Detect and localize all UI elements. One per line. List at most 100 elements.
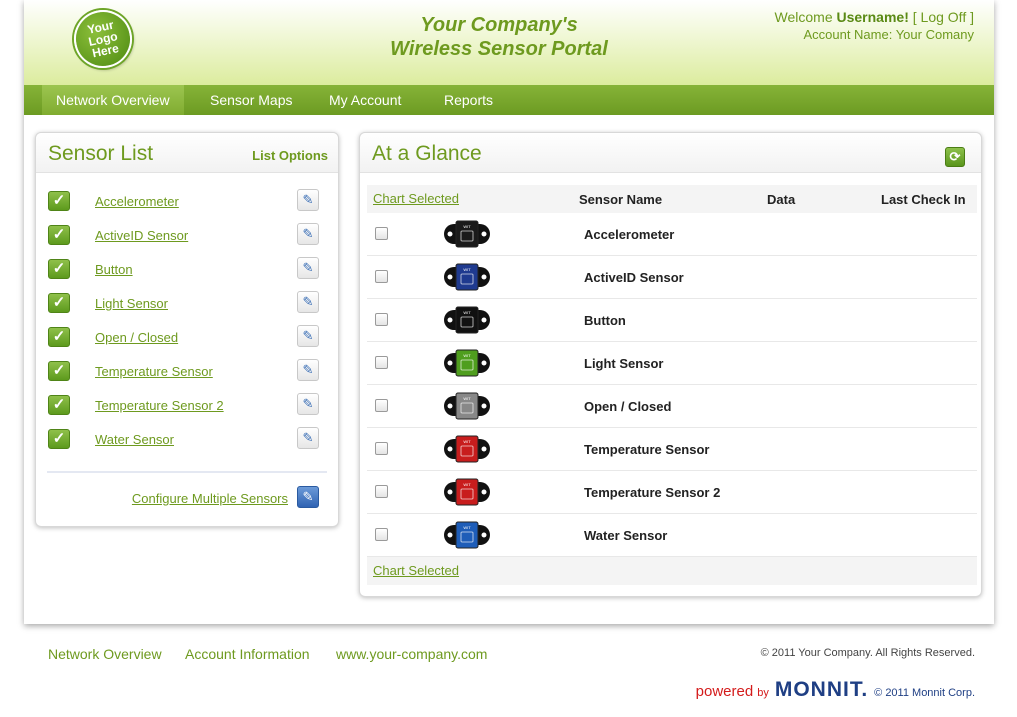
footer-network-overview-link[interactable]: Network Overview bbox=[48, 646, 162, 662]
checkmark-icon[interactable]: ✓ bbox=[48, 225, 70, 245]
glance-row: WIT Accelerometer bbox=[367, 213, 977, 256]
sensor-list-item: ✓ Water Sensor ✎ bbox=[36, 427, 338, 463]
sensor-link[interactable]: Light Sensor bbox=[95, 296, 168, 311]
sensor-link[interactable]: Temperature Sensor bbox=[95, 364, 213, 379]
row-checkbox[interactable] bbox=[375, 313, 388, 326]
refresh-icon[interactable]: ⟳ bbox=[945, 147, 965, 167]
sensor-name: Water Sensor bbox=[584, 528, 668, 543]
accelerometer-icon: WIT bbox=[444, 220, 490, 248]
checkmark-icon[interactable]: ✓ bbox=[48, 293, 70, 313]
edit-pencil-icon[interactable]: ✎ bbox=[297, 359, 319, 381]
company-logo[interactable]: Your Logo Here bbox=[68, 4, 138, 74]
edit-pencil-icon[interactable]: ✎ bbox=[297, 291, 319, 313]
checkmark-icon[interactable]: ✓ bbox=[48, 361, 70, 381]
svg-text:WIT: WIT bbox=[463, 439, 471, 444]
edit-pencil-icon[interactable]: ✎ bbox=[297, 189, 319, 211]
checkmark-icon[interactable]: ✓ bbox=[48, 191, 70, 211]
at-a-glance-title: At a Glance bbox=[372, 142, 482, 165]
svg-text:WIT: WIT bbox=[463, 396, 471, 401]
chart-selected-link-bottom[interactable]: Chart Selected bbox=[373, 563, 459, 578]
by-text: by bbox=[757, 687, 769, 699]
edit-pencil-icon[interactable]: ✎ bbox=[297, 257, 319, 279]
glance-row: WIT Temperature Sensor bbox=[367, 428, 977, 471]
configure-multiple-sensors-link[interactable]: Configure Multiple Sensors bbox=[132, 491, 288, 506]
glance-row: WIT Temperature Sensor 2 bbox=[367, 471, 977, 514]
portal-title-line2: Wireless Sensor Portal bbox=[390, 38, 608, 60]
at-a-glance-panel: At a Glance ⟳ Chart Selected Sensor Name… bbox=[359, 132, 982, 597]
portal-title: Your Company's Wireless Sensor Portal bbox=[354, 13, 644, 61]
temperature-icon: WIT bbox=[444, 435, 490, 463]
powered-text: powered bbox=[695, 683, 754, 700]
monnit-logo: MONNIT. bbox=[774, 678, 869, 701]
main-nav: Network Overview Sensor Maps My Account … bbox=[24, 85, 994, 115]
list-options-link[interactable]: List Options bbox=[252, 148, 328, 163]
logoff-link[interactable]: [ Log Off ] bbox=[913, 9, 974, 25]
chart-selected-link-top[interactable]: Chart Selected bbox=[373, 191, 459, 206]
header: Your Logo Here Your Company's Wireless S… bbox=[24, 0, 994, 85]
checkmark-icon[interactable]: ✓ bbox=[48, 429, 70, 449]
at-a-glance-header: At a Glance ⟳ bbox=[360, 133, 981, 173]
sensor-name: Temperature Sensor 2 bbox=[584, 485, 721, 500]
sensor-name: Button bbox=[584, 313, 626, 328]
glance-header-row: Chart Selected Sensor Name Data Last Che… bbox=[367, 185, 977, 213]
sensor-list-header: Sensor List List Options bbox=[36, 133, 338, 173]
powered-by-monnit[interactable]: powered by MONNIT. © 2011 Monnit Corp. bbox=[695, 678, 975, 701]
edit-pencil-icon[interactable]: ✎ bbox=[297, 393, 319, 415]
row-checkbox[interactable] bbox=[375, 270, 388, 283]
checkmark-icon[interactable]: ✓ bbox=[48, 327, 70, 347]
footer-copyright: © 2011 Your Company. All Rights Reserved… bbox=[760, 647, 975, 659]
tab-network-overview[interactable]: Network Overview bbox=[42, 85, 184, 115]
row-checkbox[interactable] bbox=[375, 528, 388, 541]
configure-multiple-button[interactable]: ✎ bbox=[297, 486, 319, 508]
welcome-text: Welcome bbox=[774, 9, 837, 25]
glance-table: Chart Selected Sensor Name Data Last Che… bbox=[367, 185, 977, 585]
edit-pencil-icon[interactable]: ✎ bbox=[297, 427, 319, 449]
tab-my-account[interactable]: My Account bbox=[315, 85, 415, 115]
tab-reports[interactable]: Reports bbox=[430, 85, 507, 115]
button-icon: WIT bbox=[444, 306, 490, 334]
sensor-name: Light Sensor bbox=[584, 356, 664, 371]
sensor-link[interactable]: Open / Closed bbox=[95, 330, 178, 345]
sensor-list-item: ✓ ActiveID Sensor ✎ bbox=[36, 223, 338, 259]
row-checkbox[interactable] bbox=[375, 356, 388, 369]
welcome-box: Welcome Username! [ Log Off ] Account Na… bbox=[775, 9, 974, 43]
sensor-list-item: ✓ Light Sensor ✎ bbox=[36, 291, 338, 327]
row-checkbox[interactable] bbox=[375, 485, 388, 498]
tab-sensor-maps[interactable]: Sensor Maps bbox=[196, 85, 306, 115]
sensor-link[interactable]: Accelerometer bbox=[95, 194, 179, 209]
sensor-name: ActiveID Sensor bbox=[584, 270, 684, 285]
page-container: Your Logo Here Your Company's Wireless S… bbox=[24, 0, 994, 624]
water-icon: WIT bbox=[444, 521, 490, 549]
edit-pencil-icon[interactable]: ✎ bbox=[297, 325, 319, 347]
row-checkbox[interactable] bbox=[375, 399, 388, 412]
row-checkbox[interactable] bbox=[375, 227, 388, 240]
glance-row: WIT Button bbox=[367, 299, 977, 342]
sensor-list-item: ✓ Temperature Sensor ✎ bbox=[36, 359, 338, 395]
username: Username! bbox=[836, 9, 909, 25]
sensor-list-item: ✓ Button ✎ bbox=[36, 257, 338, 293]
sensor-link[interactable]: ActiveID Sensor bbox=[95, 228, 188, 243]
temperature-icon: WIT bbox=[444, 478, 490, 506]
edit-pencil-icon[interactable]: ✎ bbox=[297, 223, 319, 245]
open-closed-icon: WIT bbox=[444, 392, 490, 420]
sensor-link[interactable]: Water Sensor bbox=[95, 432, 174, 447]
glance-row: WIT Light Sensor bbox=[367, 342, 977, 385]
row-checkbox[interactable] bbox=[375, 442, 388, 455]
sensor-link[interactable]: Button bbox=[95, 262, 133, 277]
column-last-check-in: Last Check In bbox=[881, 192, 966, 207]
svg-text:WIT: WIT bbox=[463, 482, 471, 487]
monnit-copyright: © 2011 Monnit Corp. bbox=[874, 687, 975, 699]
checkmark-icon[interactable]: ✓ bbox=[48, 259, 70, 279]
svg-text:WIT: WIT bbox=[463, 525, 471, 530]
footer-website-link[interactable]: www.your-company.com bbox=[336, 646, 487, 662]
column-data: Data bbox=[767, 192, 796, 207]
footer-account-information-link[interactable]: Account Information bbox=[185, 646, 310, 662]
svg-text:WIT: WIT bbox=[463, 353, 471, 358]
glance-footer-row: Chart Selected bbox=[367, 557, 977, 585]
account-name: Account Name: Your Comany bbox=[803, 27, 974, 42]
portal-title-line1: Your Company's bbox=[420, 14, 578, 36]
sensor-list-item: ✓ Open / Closed ✎ bbox=[36, 325, 338, 361]
glance-row: WIT Water Sensor bbox=[367, 514, 977, 557]
checkmark-icon[interactable]: ✓ bbox=[48, 395, 70, 415]
sensor-link[interactable]: Temperature Sensor 2 bbox=[95, 398, 224, 413]
